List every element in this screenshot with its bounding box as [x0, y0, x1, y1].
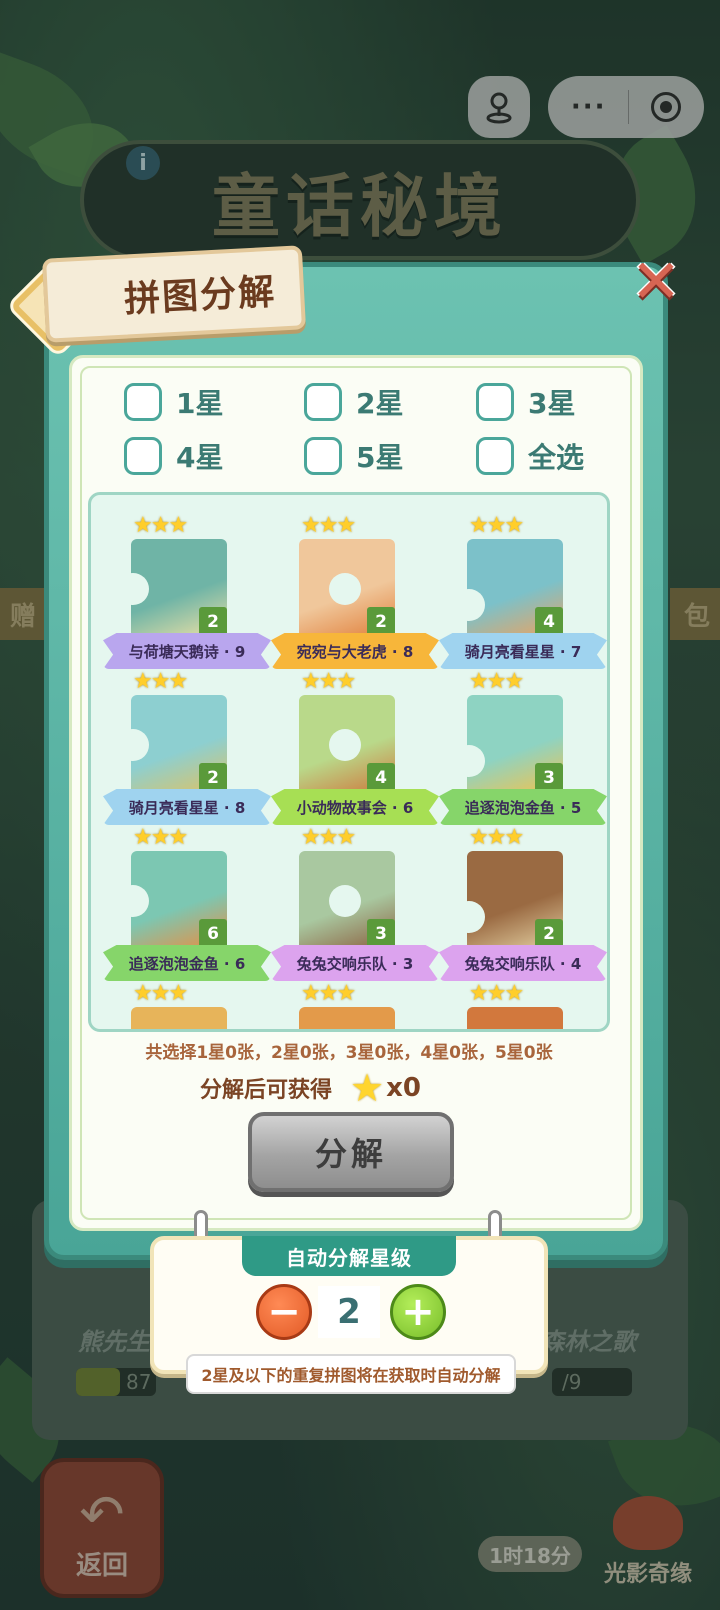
puzzle-notch — [467, 745, 485, 777]
puzzle-stars: ★★★ — [469, 513, 524, 538]
puzzle-card[interactable]: ★★★ 4 小动物故事会 · 6 — [271, 669, 439, 829]
puzzle-name-ribbon: 兔兔交响乐队 · 3 — [271, 945, 439, 981]
puzzle-name-ribbon: 追逐泡泡金鱼 · 5 — [439, 789, 607, 825]
checkbox[interactable] — [476, 437, 514, 475]
puzzle-duplicate-count: 4 — [535, 607, 563, 637]
puzzle-notch — [467, 901, 485, 933]
gain-value: x0 — [386, 1073, 421, 1103]
puzzle-card[interactable]: ★★★ 2 骑月亮看星星 · 8 — [103, 669, 271, 829]
puzzle-stars: ★★★ — [133, 669, 188, 694]
increase-level-button[interactable]: + — [390, 1284, 446, 1340]
puzzle-stars: ★★★ — [301, 669, 356, 694]
selection-summary: 共选择1星0张，2星0张，3星0张，4星0张，5星0张 — [145, 1043, 553, 1063]
checkbox[interactable] — [476, 383, 514, 421]
puzzle-duplicate-count: 2 — [535, 919, 563, 949]
puzzle-duplicate-count: 2 — [367, 607, 395, 637]
puzzle-artwork — [467, 1007, 563, 1029]
puzzle-duplicate-count: 3 — [367, 919, 395, 949]
auto-level-value: 2 — [318, 1286, 380, 1338]
puzzle-duplicate-count: 2 — [199, 607, 227, 637]
puzzle-card[interactable]: ★★★ 2 兔兔交响乐队 · 4 — [439, 825, 607, 985]
decompose-button-label: 分解 — [314, 1135, 387, 1173]
puzzle-grid: ★★★ 2 与荷塘天鹅诗 · 9 ★★★ 2 宛宛与大老虎 · 8 ★★★ 4 骑月亮看星星 ·… — [88, 492, 610, 1032]
puzzle-card[interactable]: ★★★ — [103, 981, 271, 1029]
puzzle-notch — [329, 729, 361, 761]
puzzle-artwork — [131, 1007, 227, 1029]
puzzle-name-ribbon: 兔兔交响乐队 · 4 — [439, 945, 607, 981]
filter-label: 5星 — [356, 441, 404, 474]
filter-label: 4星 — [176, 441, 224, 474]
decrease-level-button[interactable]: − — [256, 1284, 312, 1340]
gain-row: 分解后可获得 ★ x0 — [200, 1066, 421, 1110]
gain-label: 分解后可获得 — [200, 1078, 333, 1103]
filter-select-all[interactable]: 全选 — [476, 436, 584, 476]
star-icon: ★ — [350, 1066, 385, 1110]
checkbox[interactable] — [304, 383, 342, 421]
puzzle-stars: ★★★ — [469, 825, 524, 850]
checkbox[interactable] — [124, 437, 162, 475]
auto-decompose-title: 自动分解星级 — [242, 1236, 456, 1276]
dialog-title-tab: 拼图分解 — [41, 245, 307, 343]
checkbox[interactable] — [124, 383, 162, 421]
filter-label: 1星 — [176, 387, 224, 420]
puzzle-name-ribbon: 骑月亮看星星 · 8 — [103, 789, 271, 825]
puzzle-name-ribbon: 追逐泡泡金鱼 · 6 — [103, 945, 271, 981]
dialog-title: 拼图分解 — [123, 271, 278, 321]
puzzle-stars: ★★★ — [469, 981, 524, 1006]
puzzle-card[interactable]: ★★★ 2 宛宛与大老虎 · 8 — [271, 513, 439, 673]
puzzle-notch — [131, 729, 149, 761]
puzzle-duplicate-count: 4 — [367, 763, 395, 793]
puzzle-notch — [467, 589, 485, 621]
puzzle-stars: ★★★ — [133, 825, 188, 850]
filter-label: 3星 — [528, 387, 576, 420]
puzzle-card[interactable]: ★★★ — [439, 981, 607, 1029]
close-icon[interactable]: ✕ — [628, 252, 684, 312]
filter-label: 2星 — [356, 387, 404, 420]
puzzle-stars: ★★★ — [133, 513, 188, 538]
checkbox[interactable] — [304, 437, 342, 475]
puzzle-stars: ★★★ — [301, 513, 356, 538]
puzzle-name-ribbon: 骑月亮看星星 · 7 — [439, 633, 607, 669]
puzzle-duplicate-count: 6 — [199, 919, 227, 949]
decompose-button[interactable]: 分解 — [248, 1112, 454, 1192]
puzzle-stars: ★★★ — [133, 981, 188, 1006]
filter-label: 全选 — [528, 441, 585, 474]
puzzle-card[interactable]: ★★★ 2 与荷塘天鹅诗 · 9 — [103, 513, 271, 673]
puzzle-name-ribbon: 与荷塘天鹅诗 · 9 — [103, 633, 271, 669]
puzzle-card[interactable]: ★★★ 3 追逐泡泡金鱼 · 5 — [439, 669, 607, 829]
puzzle-notch — [131, 573, 149, 605]
puzzle-card[interactable]: ★★★ 4 骑月亮看星星 · 7 — [439, 513, 607, 673]
filter-5-star[interactable]: 5星 — [304, 436, 403, 476]
puzzle-name-ribbon: 小动物故事会 · 6 — [271, 789, 439, 825]
puzzle-stars: ★★★ — [301, 981, 356, 1006]
puzzle-notch — [131, 885, 149, 917]
puzzle-duplicate-count: 2 — [199, 763, 227, 793]
auto-decompose-title-text: 自动分解星级 — [286, 1245, 412, 1270]
filter-1-star[interactable]: 1星 — [124, 382, 223, 422]
puzzle-stars: ★★★ — [469, 669, 524, 694]
puzzle-notch — [329, 573, 361, 605]
puzzle-notch — [329, 885, 361, 917]
filter-4-star[interactable]: 4星 — [124, 436, 223, 476]
puzzle-card[interactable]: ★★★ 3 兔兔交响乐队 · 3 — [271, 825, 439, 985]
puzzle-card[interactable]: ★★★ 6 追逐泡泡金鱼 · 6 — [103, 825, 271, 985]
puzzle-stars: ★★★ — [301, 825, 356, 850]
filter-3-star[interactable]: 3星 — [476, 382, 575, 422]
filter-2-star[interactable]: 2星 — [304, 382, 403, 422]
puzzle-artwork — [299, 1007, 395, 1029]
auto-decompose-hint: 2星及以下的重复拼图将在获取时自动分解 — [186, 1354, 516, 1394]
puzzle-card[interactable]: ★★★ — [271, 981, 439, 1029]
puzzle-name-ribbon: 宛宛与大老虎 · 8 — [271, 633, 439, 669]
puzzle-duplicate-count: 3 — [535, 763, 563, 793]
